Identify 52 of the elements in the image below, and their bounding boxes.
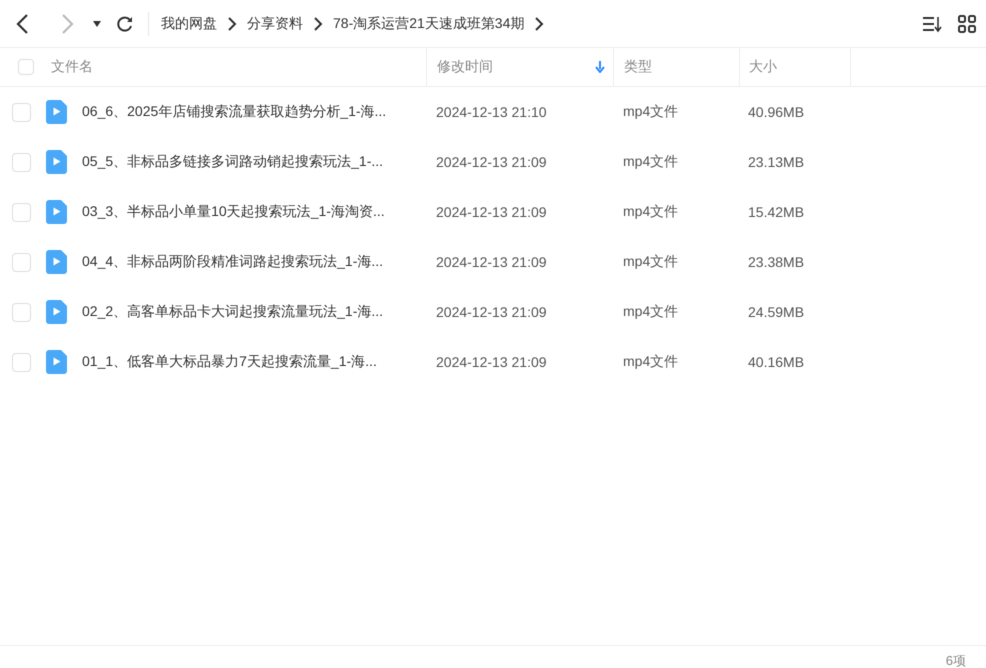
- row-checkbox[interactable]: [12, 102, 31, 122]
- table-cell: 23.38MB: [748, 254, 804, 270]
- table-cell: 23.13MB: [748, 154, 804, 170]
- chevron-icon: [534, 16, 544, 32]
- chevron-icon: [313, 16, 323, 32]
- video-file-icon: [46, 300, 67, 324]
- refresh-button[interactable]: [116, 14, 134, 32]
- table-cell: mp4文件: [623, 253, 678, 271]
- file-name[interactable]: 06_6、2025年店铺搜索流量获取趋势分析_1-海...: [82, 103, 386, 121]
- video-file-icon: [46, 150, 67, 174]
- file-name[interactable]: 03_3、半标品小单量10天起搜索玩法_1-海淘资...: [82, 203, 385, 221]
- table-cell: 40.16MB: [748, 354, 804, 370]
- file-name[interactable]: 05_5、非标品多链接多词路动销起搜索玩法_1-...: [82, 153, 384, 171]
- video-file-icon: [46, 250, 67, 274]
- item-count: 6项: [946, 654, 966, 668]
- video-file-icon: [46, 100, 67, 124]
- table-cell: 2024-12-13 21:09: [436, 154, 547, 170]
- table-cell: 2024-12-13 21:09: [436, 254, 547, 270]
- table-cell: mp4文件: [623, 153, 678, 171]
- grid-view-button[interactable]: [958, 14, 976, 32]
- row-checkbox[interactable]: [12, 302, 31, 322]
- table-cell: 2024-12-13 21:09: [436, 204, 547, 220]
- history-dropdown-button[interactable]: [92, 20, 102, 28]
- column-header[interactable]: 修改时间: [437, 58, 493, 76]
- video-file-icon: [46, 200, 67, 224]
- table-cell: mp4文件: [623, 303, 678, 321]
- column-header[interactable]: 文件名: [51, 58, 93, 76]
- breadcrumb-link[interactable]: 分享资料: [247, 14, 303, 32]
- table-cell: 2024-12-13 21:09: [436, 354, 547, 370]
- breadcrumb-link[interactable]: 78-淘系运营21天速成班第34期: [333, 14, 524, 32]
- file-name[interactable]: 02_2、高客单标品卡大词起搜索流量玩法_1-海...: [82, 303, 384, 321]
- file-name[interactable]: 01_1、低客单大标品暴力7天起搜索流量_1-海...: [82, 353, 377, 371]
- row-checkbox[interactable]: [12, 152, 31, 172]
- column-header[interactable]: 类型: [624, 58, 652, 76]
- row-checkbox[interactable]: [12, 252, 31, 272]
- chevron-icon: [227, 16, 237, 32]
- table-cell: 2024-12-13 21:10: [436, 104, 547, 120]
- table-cell: 2024-12-13 21:09: [436, 304, 547, 320]
- table-cell: 40.96MB: [748, 104, 804, 120]
- table-cell: mp4文件: [623, 103, 678, 121]
- table-cell: 24.59MB: [748, 304, 804, 320]
- row-checkbox[interactable]: [12, 202, 31, 222]
- breadcrumb-link[interactable]: 我的网盘: [161, 14, 217, 32]
- sort-button[interactable]: [922, 14, 942, 32]
- table-cell: 15.42MB: [748, 204, 804, 220]
- table-cell: mp4文件: [623, 353, 678, 371]
- select-all-checkbox[interactable]: [18, 59, 34, 75]
- column-header[interactable]: 大小: [749, 58, 777, 76]
- file-name[interactable]: 04_4、非标品两阶段精准词路起搜索玩法_1-海...: [82, 253, 384, 271]
- row-checkbox[interactable]: [12, 352, 31, 372]
- video-file-icon: [46, 350, 67, 374]
- table-cell: mp4文件: [623, 203, 678, 221]
